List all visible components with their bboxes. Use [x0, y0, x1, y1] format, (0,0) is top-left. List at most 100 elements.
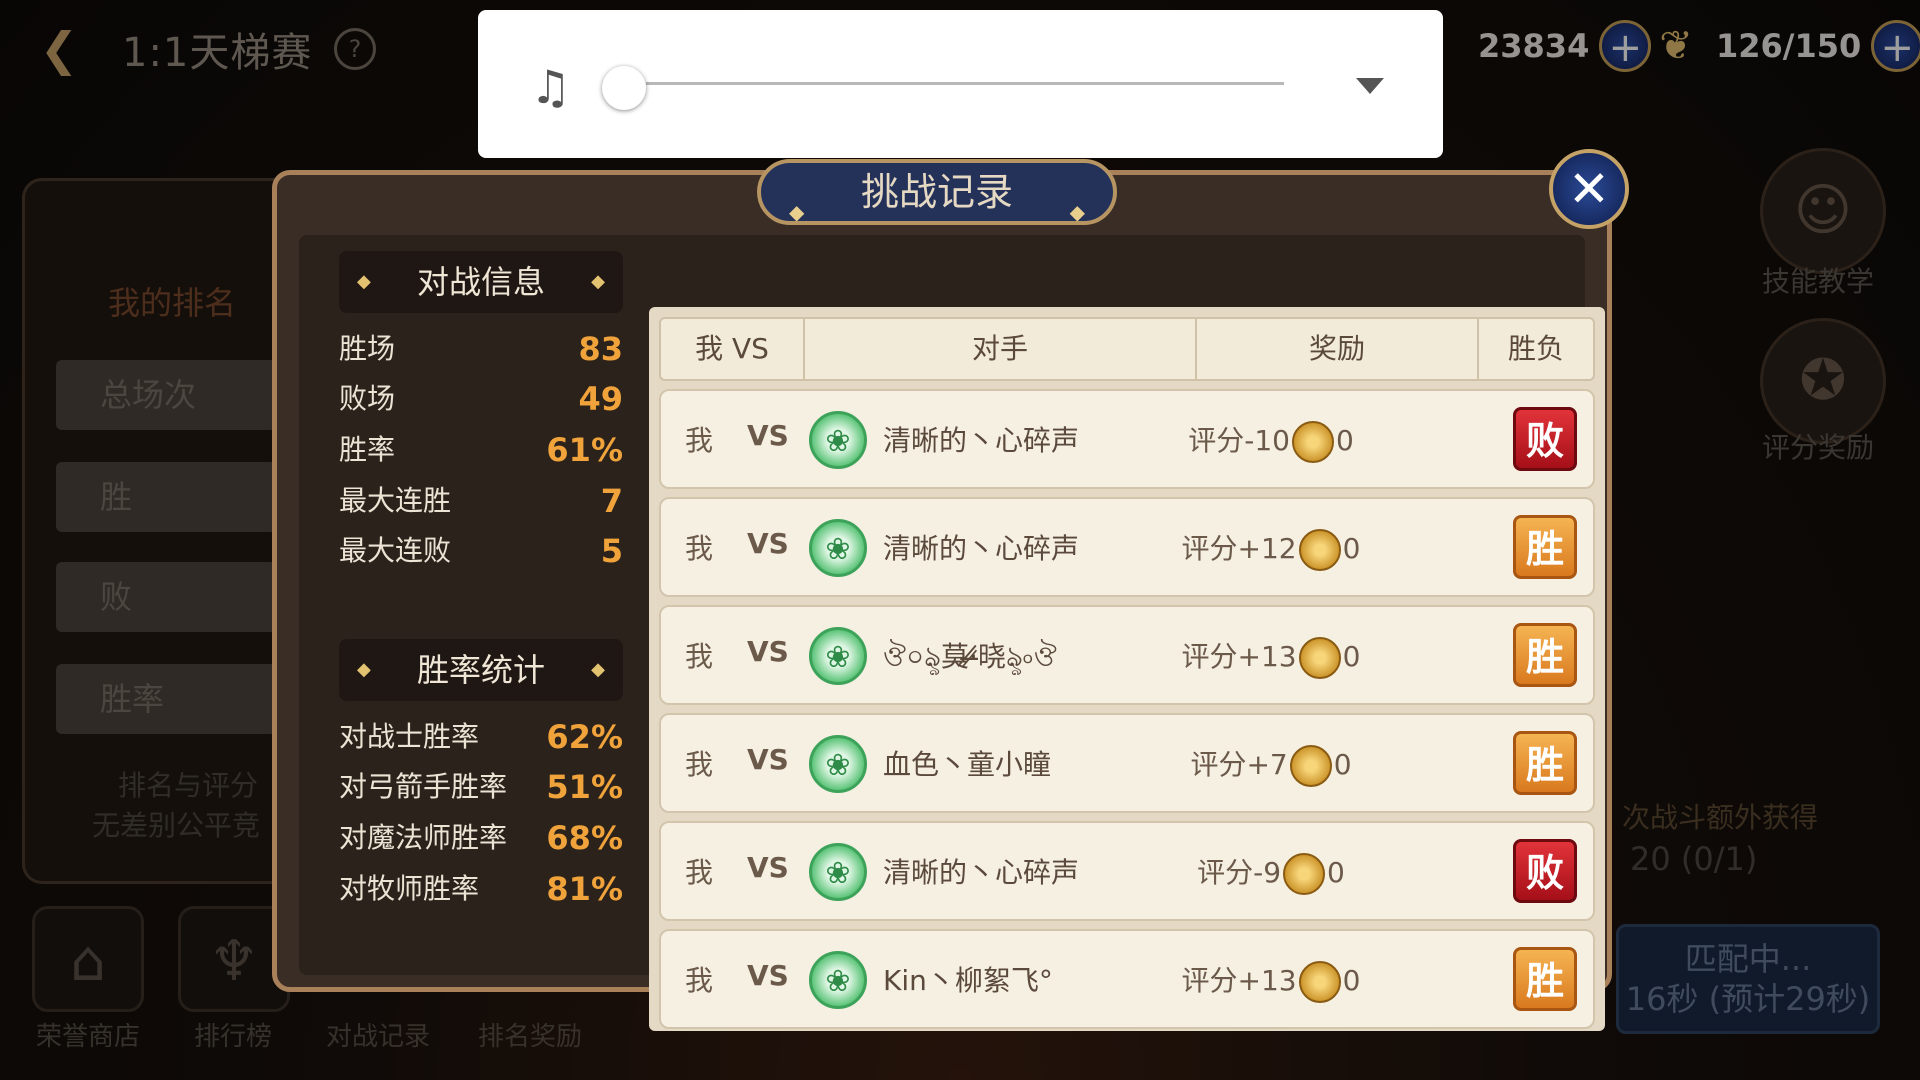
coin-icon — [1283, 853, 1326, 895]
stat-label: 最大连败 — [339, 534, 452, 567]
progress-track[interactable] — [646, 82, 1284, 85]
score-change: 评分-9 — [1197, 856, 1282, 889]
reward: 评分-9 0 — [1131, 851, 1411, 895]
coin-amount: 0 — [1342, 532, 1361, 565]
reward: 评分+13 0 — [1131, 635, 1411, 679]
diamond-icon: ◆ — [357, 659, 371, 680]
reward: 评分+7 0 — [1131, 743, 1411, 787]
vs-label: VS — [747, 527, 789, 560]
coin-amount: 0 — [1342, 640, 1361, 673]
reward: 评分+12 0 — [1131, 527, 1411, 571]
opponent-name: 清晰的丶心碎声 — [883, 424, 1080, 457]
table-row[interactable]: 我 VS ❀ ঔ০ৡ莫·̶̷̸晓ৡ৹ঔ 评分+13 0 胜 — [659, 605, 1595, 705]
me-label: 我 — [685, 532, 714, 565]
stat-label: 对战士胜率 — [339, 720, 480, 753]
music-note-icon: ♫ — [530, 60, 572, 114]
score-change: 评分+13 — [1181, 964, 1297, 997]
opponent-avatar-icon[interactable]: ❀ — [809, 627, 867, 685]
diamond-icon: ◆ — [591, 659, 605, 680]
stat-label: 对弓箭手胜率 — [339, 770, 508, 803]
reward: 评分-10 0 — [1131, 419, 1411, 463]
stat-label: 对牧师胜率 — [339, 872, 480, 905]
opponent-name: 清晰的丶心碎声 — [883, 856, 1080, 889]
stat-value: 81% — [546, 870, 623, 908]
table-row[interactable]: 我 VS ❀ 血色丶童小瞳 评分+7 0 胜 — [659, 713, 1595, 813]
stat-value: 62% — [546, 718, 623, 756]
opponent-avatar-icon[interactable]: ❀ — [809, 843, 867, 901]
score-change: 评分+12 — [1181, 532, 1297, 565]
winrate-stats-title: 胜率统计 — [416, 651, 545, 689]
vs-label: VS — [747, 851, 789, 884]
coin-amount: 0 — [1333, 748, 1352, 781]
winrate-stats-header: ◆ 胜率统计 ◆ — [339, 639, 623, 701]
stat-winrate: 胜率 61% — [339, 428, 623, 472]
diamond-icon: ◆ — [1069, 200, 1085, 224]
stat-label: 胜率 — [339, 433, 396, 466]
opponent-avatar-icon[interactable]: ❀ — [809, 519, 867, 577]
result-badge: 胜 — [1513, 623, 1577, 687]
stat-value: 68% — [546, 819, 623, 857]
opponent-avatar-icon[interactable]: ❀ — [809, 951, 867, 1009]
score-change: 评分+13 — [1181, 640, 1297, 673]
me-label: 我 — [685, 424, 714, 457]
stat-losses: 败场 49 — [339, 377, 623, 421]
me-label: 我 — [685, 748, 714, 781]
me-label: 我 — [685, 964, 714, 997]
coin-amount: 0 — [1342, 964, 1361, 997]
result-badge: 败 — [1513, 839, 1577, 903]
battle-info-title: 对战信息 — [416, 263, 545, 301]
stat-wins: 胜场 83 — [339, 327, 623, 371]
score-change: 评分+7 — [1190, 748, 1288, 781]
stat-max-loss-streak: 最大连败 5 — [339, 529, 623, 573]
winrate-vs-mage: 对魔法师胜率 68% — [339, 816, 623, 860]
battle-info-header: ◆ 对战信息 ◆ — [339, 251, 623, 313]
table-row[interactable]: 我 VS ❀ 清晰的丶心碎声 评分-10 0 败 — [659, 389, 1595, 489]
coin-icon — [1298, 529, 1341, 571]
stat-value: 49 — [578, 380, 623, 418]
coin-icon — [1289, 745, 1332, 787]
stat-value: 61% — [546, 431, 623, 469]
coin-icon — [1298, 637, 1341, 679]
result-badge: 败 — [1513, 407, 1577, 471]
dialog-body: ◆ 对战信息 ◆ 胜场 83 败场 49 胜率 61% 最大连胜 7 最大连败 … — [299, 235, 1605, 1031]
vs-label: VS — [747, 743, 789, 776]
col-reward: 奖励 — [1197, 319, 1479, 379]
music-player-popup: ♫ — [478, 10, 1443, 158]
coin-amount: 0 — [1327, 856, 1345, 889]
dropdown-arrow-icon[interactable] — [1356, 78, 1384, 94]
result-badge: 胜 — [1513, 947, 1577, 1011]
coin-icon — [1298, 961, 1341, 1003]
table-row[interactable]: 我 VS ❀ 清晰的丶心碎声 评分-9 0 败 — [659, 821, 1595, 921]
vs-label: VS — [747, 635, 789, 668]
winrate-vs-warrior: 对战士胜率 62% — [339, 715, 623, 759]
close-button[interactable]: ✕ — [1549, 149, 1629, 229]
coin-amount: 0 — [1335, 424, 1354, 457]
opponent-name: 清晰的丶心碎声 — [883, 532, 1080, 565]
table-header: 我 VS 对手 奖励 胜负 — [659, 317, 1595, 381]
me-label: 我 — [685, 640, 714, 673]
opponent-avatar-icon[interactable]: ❀ — [809, 411, 867, 469]
opponent-avatar-icon[interactable]: ❀ — [809, 735, 867, 793]
dialog-title: 挑战记录 — [860, 170, 1013, 214]
table-row[interactable]: 我 VS ❀ 清晰的丶心碎声 评分+12 0 胜 — [659, 497, 1595, 597]
stat-value: 51% — [546, 768, 623, 806]
diamond-icon: ◆ — [591, 271, 605, 292]
table-row[interactable]: 我 VS ❀ Kin丶柳絮飞° 评分+13 0 胜 — [659, 929, 1595, 1029]
stat-value: 5 — [600, 532, 623, 570]
me-label: 我 — [685, 856, 714, 889]
vs-label: VS — [747, 419, 789, 452]
stat-value: 7 — [600, 482, 623, 520]
col-opponent: 对手 — [805, 319, 1197, 379]
coin-icon — [1291, 421, 1334, 463]
stat-label: 胜场 — [339, 332, 396, 365]
diamond-icon: ◆ — [357, 271, 371, 292]
stat-value: 83 — [578, 330, 623, 368]
stat-label: 败场 — [339, 382, 396, 415]
result-badge: 胜 — [1513, 515, 1577, 579]
progress-slider-knob[interactable] — [602, 66, 646, 110]
stat-label: 对魔法师胜率 — [339, 821, 508, 854]
records-table[interactable]: 我 VS 对手 奖励 胜负 我 VS ❀ 清晰的丶心碎声 评分-10 0 败 我 … — [649, 307, 1605, 1031]
stat-label: 最大连胜 — [339, 484, 452, 517]
dialog-title-banner: ◆ 挑战记录 ◆ — [757, 159, 1117, 225]
winrate-vs-archer: 对弓箭手胜率 51% — [339, 765, 623, 809]
